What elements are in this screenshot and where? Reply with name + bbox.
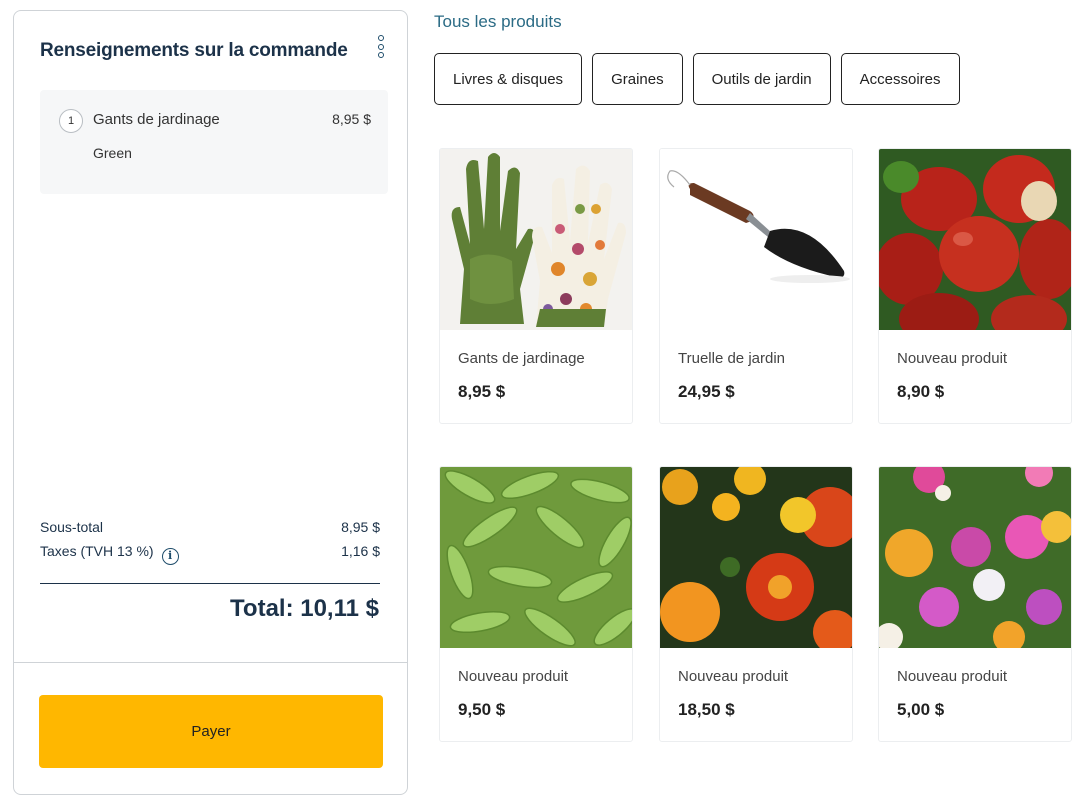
- order-line-item: 1 Gants de jardinage 8,95 $ Green: [40, 90, 388, 194]
- product-price: 18,50 $: [678, 700, 735, 719]
- product-name: Truelle de jardin: [678, 350, 785, 367]
- tax-value: 1,16 $: [341, 543, 380, 559]
- product-name: Nouveau produit: [897, 668, 1008, 685]
- category-garden-tools-button[interactable]: Outils de jardin: [692, 53, 831, 105]
- line-item-name: Gants de jardinage: [93, 111, 220, 128]
- line-item-variant: Green: [93, 145, 132, 161]
- subtotal-value: 8,95 $: [341, 519, 380, 535]
- product-image-peas: [440, 467, 632, 648]
- product-name: Nouveau produit: [678, 668, 789, 685]
- line-item-price: 8,95 $: [332, 111, 371, 127]
- pay-button[interactable]: Payer: [39, 695, 383, 768]
- category-accessories-button[interactable]: Accessoires: [840, 53, 960, 105]
- footer-divider: [14, 662, 407, 663]
- product-card[interactable]: Gants de jardinage 8,95 $: [439, 148, 633, 424]
- subtotal-row: Sous-total 8,95 $: [40, 519, 380, 535]
- category-filters: Livres & disques Graines Outils de jardi…: [434, 53, 960, 105]
- order-title: Renseignements sur la commande: [40, 40, 348, 61]
- product-image-trowel: [660, 149, 852, 330]
- category-books-records-button[interactable]: Livres & disques: [434, 53, 583, 105]
- product-price: 9,50 $: [458, 700, 506, 719]
- product-price: 5,00 $: [897, 700, 945, 719]
- category-seeds-button[interactable]: Graines: [592, 53, 683, 105]
- product-card[interactable]: Nouveau produit 18,50 $: [659, 466, 853, 742]
- product-price: 8,90 $: [897, 382, 945, 401]
- product-card[interactable]: Nouveau produit 8,90 $: [878, 148, 1072, 424]
- order-total: Total: 10,11 $: [230, 595, 379, 622]
- product-price: 24,95 $: [678, 382, 735, 401]
- product-name: Nouveau produit: [458, 668, 569, 685]
- total-divider: [40, 583, 380, 584]
- product-image-marigolds: [660, 467, 852, 648]
- product-image-gloves: [440, 149, 632, 330]
- vertical-dots-icon[interactable]: [374, 35, 388, 63]
- all-products-link[interactable]: Tous les produits: [434, 12, 562, 32]
- tax-row: Taxes (TVH 13 %) i 1,16 $: [40, 543, 380, 565]
- product-card[interactable]: Truelle de jardin 24,95 $: [659, 148, 853, 424]
- product-name: Gants de jardinage: [458, 350, 585, 367]
- product-image-zinnias: [879, 467, 1071, 648]
- product-card[interactable]: Nouveau produit 5,00 $: [878, 466, 1072, 742]
- info-icon[interactable]: i: [161, 548, 179, 565]
- subtotal-label: Sous-total: [40, 519, 104, 535]
- quantity-badge: 1: [59, 109, 83, 133]
- product-image-peppers: [879, 149, 1071, 330]
- tax-label: Taxes (TVH 13 %): [40, 543, 154, 559]
- order-panel: Renseignements sur la commande 1 Gants d…: [13, 10, 408, 795]
- product-price: 8,95 $: [458, 382, 506, 401]
- product-name: Nouveau produit: [897, 350, 1008, 367]
- product-card[interactable]: Nouveau produit 9,50 $: [439, 466, 633, 742]
